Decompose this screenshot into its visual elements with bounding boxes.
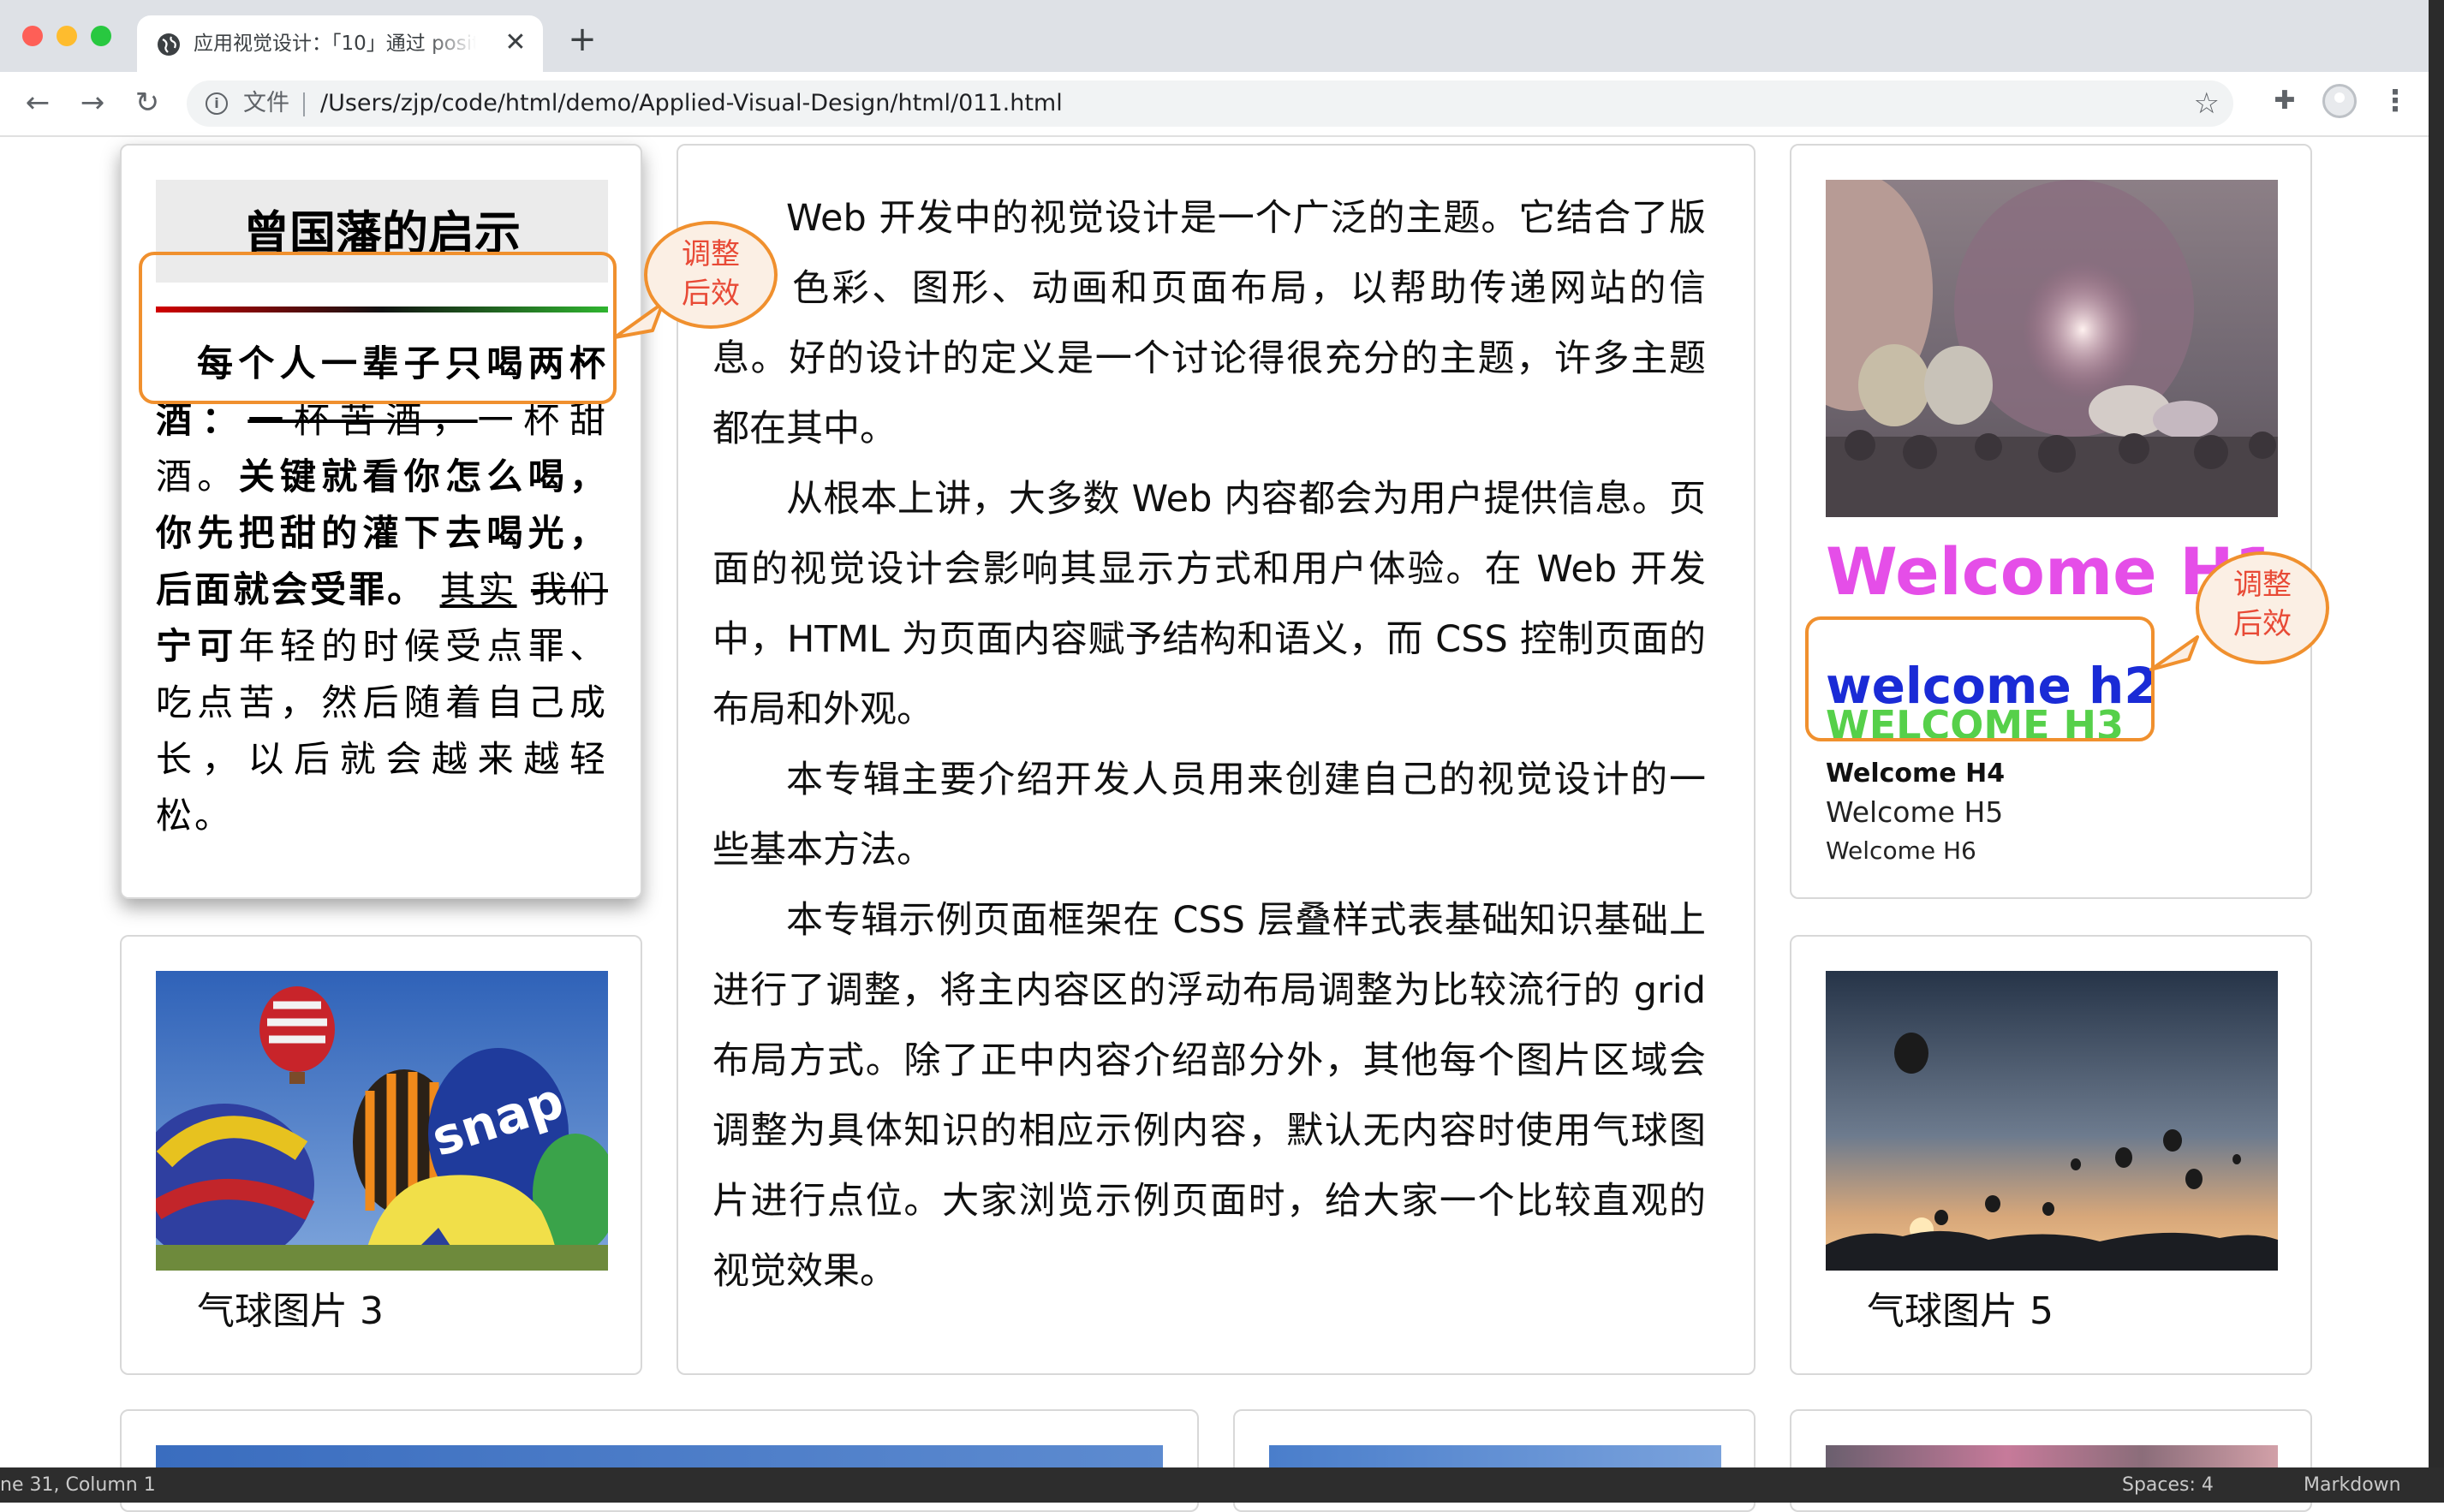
article-text-strike-2: 我们 [530, 568, 608, 610]
back-arrow-icon[interactable]: ← [21, 86, 55, 120]
kebab-menu-icon[interactable]: ⋮ [2381, 82, 2410, 120]
globe-icon [158, 33, 180, 56]
info-icon[interactable]: i [206, 92, 228, 115]
address-bar[interactable]: i 文件 /Users/zjp/code/html/demo/Applied-V… [187, 80, 2233, 127]
background-window-edge [2429, 0, 2444, 1503]
heading-h5: Welcome H5 [1826, 795, 2004, 829]
intro-paragraph: Web 开发中的视觉设计是一个广泛的主题。它结合了版式、色彩、图形、动画和页面布… [712, 197, 1706, 450]
heading-h6: Welcome H6 [1826, 836, 1976, 865]
editor-statusbar: ne 31, Column 1 Spaces: 4 Markdown [0, 1467, 2444, 1503]
intro-paragraph: 本专辑示例页面框架在 CSS 层叠样式表基础知识基础上进行了调整，将主内容区的浮… [712, 899, 1706, 1293]
indent-setting[interactable]: Spaces: 4 [2122, 1467, 2214, 1503]
syntax-mode[interactable]: Markdown [2304, 1467, 2401, 1503]
address-divider [303, 92, 305, 116]
balloon-photo-5 [1826, 971, 2278, 1271]
article-text-bold-3: 宁可 [156, 625, 239, 667]
heading-h4: Welcome H4 [1826, 759, 2006, 789]
photo-card-3: snap 气球图片 3 [120, 935, 642, 1375]
tab-close-icon[interactable]: ✕ [500, 27, 531, 58]
headings-card: Welcome H1 welcome h2 WELCOME H3 Welcome… [1790, 144, 2312, 899]
photo-caption-3: 气球图片 3 [197, 1289, 384, 1333]
article-body: 每个人一辈子只喝两杯酒：一杯苦酒，一杯甜酒。关键就看你怎么喝，你先把甜的灌下去喝… [156, 336, 608, 844]
browser-titlebar: 应用视觉设计：「10」通过 position ✕ + [0, 0, 2444, 72]
intro-paragraph: 从根本上讲，大多数 Web 内容都会为用户提供信息。页面的视觉设计会影响其显示方… [712, 478, 1706, 731]
new-tab-icon[interactable]: + [565, 22, 599, 57]
browser-tab[interactable]: 应用视觉设计：「10」通过 position ✕ [137, 15, 543, 72]
callout-highlight-right [1805, 616, 2155, 741]
browser-toolbar: ← → ↻ i 文件 /Users/zjp/code/html/demo/App… [0, 72, 2444, 137]
night-balloons-image [1826, 180, 2278, 517]
forward-arrow-icon[interactable]: → [75, 86, 110, 120]
minimize-window-icon[interactable] [57, 26, 77, 46]
article-text-underline: 其实 [439, 568, 517, 610]
reload-icon[interactable]: ↻ [130, 86, 164, 120]
address-url[interactable]: /Users/zjp/code/html/demo/Applied-Visual… [320, 80, 1063, 127]
photo-card-5: 气球图片 5 [1790, 935, 2312, 1375]
callout-bubble-left: 调整 后效 [644, 221, 778, 329]
intro-paragraph: 本专辑主要介绍开发人员用来创建自己的视觉设计的一些基本方法。 [712, 759, 1706, 872]
profile-avatar-icon[interactable] [2322, 84, 2357, 118]
close-window-icon[interactable] [22, 26, 43, 46]
intro-card: Web 开发中的视觉设计是一个广泛的主题。它结合了版式、色彩、图形、动画和页面布… [677, 144, 1756, 1375]
extensions-puzzle-icon[interactable]: ✚ [2268, 84, 2302, 118]
tab-title: 应用视觉设计：「10」通过 position [194, 33, 476, 55]
balloon-photo-3: snap [156, 971, 608, 1271]
bookmark-star-icon[interactable]: ☆ [2194, 87, 2220, 120]
callout-text-left: 调整 后效 [682, 237, 740, 311]
intro-text: Web 开发中的视觉设计是一个广泛的主题。它结合了版式、色彩、图形、动画和页面布… [712, 183, 1706, 1307]
address-scheme-label: 文件 [243, 90, 289, 116]
callout-tail-right [2149, 635, 2199, 671]
article-text-strike: 一杯苦酒， [247, 399, 478, 441]
photo-caption-5: 气球图片 5 [1867, 1289, 2054, 1333]
callout-text-right: 调整 后效 [2233, 568, 2292, 641]
callout-highlight-left [139, 252, 617, 404]
maximize-window-icon[interactable] [91, 26, 111, 46]
cursor-position: ne 31, Column 1 [0, 1474, 156, 1496]
callout-bubble-right: 调整 后效 [2196, 551, 2329, 664]
